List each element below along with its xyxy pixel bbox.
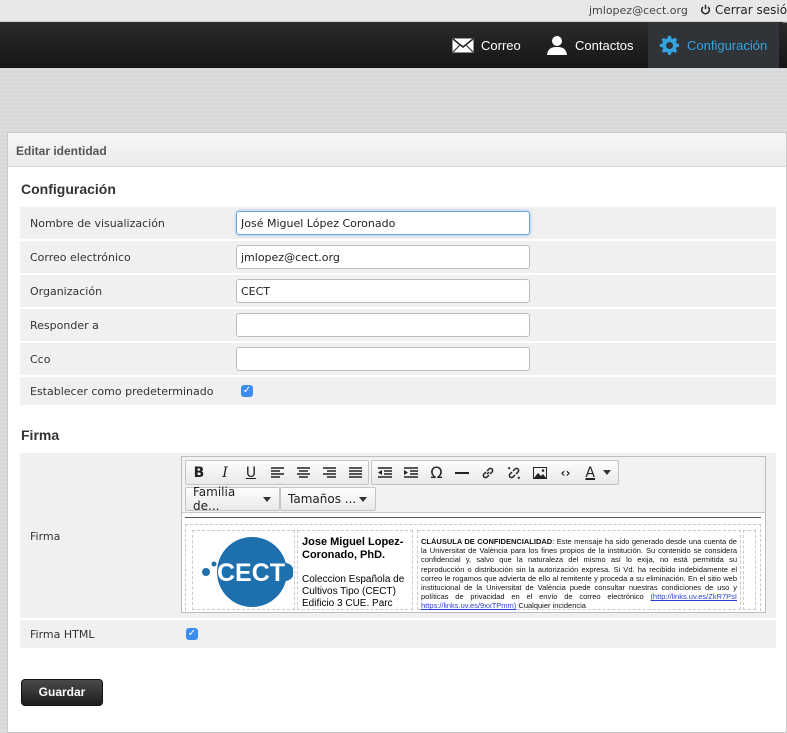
confidentiality-clause: CLÁUSULA DE CONFIDENCIALIDAD: Este mensa… [421,537,737,611]
font-family-select[interactable]: Familia de... [185,485,280,513]
email-row: Correo electrónico [20,241,776,273]
save-button[interactable]: Guardar [21,679,103,706]
logout-link[interactable]: Cerrar sesión [700,3,787,17]
chevron-down-icon [359,496,367,502]
align-right-icon [322,467,336,478]
nav-mail-label: Correo [481,37,521,53]
panel-title: Editar identidad [8,133,786,167]
clause-tail: Cualquier incidencia [518,601,586,611]
display-name-row: Nombre de visualización [20,207,776,239]
align-left-icon [270,467,284,478]
align-center-button[interactable] [290,461,316,484]
special-char-button[interactable]: Ω [424,461,450,484]
signature-org: Coleccion Española de Cultivos Tipo (CEC… [302,574,405,609]
clause-title: CLÁUSULA DE CONFIDENCIALIDAD [421,537,553,546]
horizontal-rule-icon [455,471,470,474]
gear-icon [659,35,679,55]
outdent-icon [377,467,392,478]
display-name-field[interactable] [236,211,530,235]
signature-editor[interactable]: B I U Ω ‹› A Familia de... Tamaños ... C… [181,456,766,613]
reply-to-label: Responder a [30,319,99,332]
organization-field[interactable] [236,279,530,303]
image-icon [532,466,547,479]
reply-to-row: Responder a [20,309,776,341]
nav-settings-label: Configuración [687,37,768,53]
config-section-title: Configuración [21,181,116,197]
top-bar: jmlopez@cect.org Cerrar sesión [0,0,787,22]
logo-cell: CECT [192,530,295,610]
signature-name: Jose Miguel Lopez-Coronado, PhD. [302,536,404,561]
link-icon [482,467,494,478]
justify-icon [348,467,362,478]
html-signature-row: Firma HTML ✓ [20,620,776,648]
organization-label: Organización [30,285,103,298]
font-family-label: Familia de... [193,485,236,513]
nav-settings[interactable]: Configuración [648,22,779,68]
signature-row: Firma B I U Ω ‹› A Familia de... Tamaños… [20,453,776,618]
font-size-select[interactable]: Tamaños ... [280,487,376,511]
power-icon [700,4,711,15]
signature-label: Firma [30,530,61,543]
cect-logo: CECT [202,537,294,607]
signature-section-title: Firma [21,427,60,443]
logo-text: CECT [217,559,285,587]
unlink-icon [507,466,521,479]
email-field[interactable] [236,245,530,269]
text-color-caret-icon [603,470,611,475]
nav-contacts-label: Contactos [575,37,634,53]
unlink-button[interactable] [501,461,527,484]
horizontal-rule-button[interactable] [449,461,475,484]
chevron-down-icon [263,496,271,502]
text-color-button[interactable]: A [578,461,618,484]
font-size-label: Tamaños ... [288,492,357,506]
default-checkbox[interactable]: ✓ [241,385,253,397]
logout-label: Cerrar sesión [715,3,787,17]
bold-button[interactable]: B [186,461,212,484]
bcc-field[interactable] [236,347,530,371]
organization-row: Organización [20,275,776,307]
main-navigation: Correo Contactos Configuración [0,22,787,68]
align-right-button[interactable] [316,461,342,484]
clause-link-2[interactable]: https://links.uv.es/9xxTPmm) [421,601,516,610]
image-button[interactable] [527,461,553,484]
html-signature-checkbox[interactable]: ✓ [186,628,198,640]
indent-button[interactable] [398,461,424,484]
empty-cell [743,530,756,610]
default-label: Establecer como predeterminado [30,385,214,398]
envelope-icon [452,37,474,52]
align-center-icon [296,467,310,478]
bcc-row: Cco [20,343,776,375]
clause-link-1[interactable]: (http://links.uv.es/ZkR7PsI [650,592,737,601]
bcc-label: Cco [30,353,51,366]
outdent-button[interactable] [372,461,398,484]
clause-cell: CLÁUSULA DE CONFIDENCIALIDAD: Este mensa… [417,530,741,610]
source-code-button[interactable]: ‹› [553,461,579,484]
name-cell: Jose Miguel Lopez-Coronado, PhD. Colecci… [297,530,413,610]
insert-group: Ω ‹› A [371,460,619,485]
signature-table: CECT Jose Miguel Lopez-Coronado, PhD. Co… [185,524,761,612]
format-group: B I U [185,460,369,485]
signature-divider [185,517,761,518]
reply-to-field[interactable] [236,313,530,337]
nav-overflow-edge [783,22,787,23]
italic-button[interactable]: I [212,461,238,484]
link-button[interactable] [475,461,501,484]
display-name-label: Nombre de visualización [30,217,165,230]
email-label: Correo electrónico [30,251,131,264]
indent-icon [403,467,418,478]
nav-contacts[interactable]: Contactos [546,22,634,68]
editor-toolbar: B I U Ω ‹› A Familia de... Tamaños ... [182,457,765,513]
default-row: Establecer como predeterminado ✓ [20,377,776,405]
underline-button[interactable]: U [238,461,264,484]
edit-identity-panel: Editar identidad Configuración Nombre de… [7,132,787,733]
justify-button[interactable] [342,461,368,484]
html-signature-label: Firma HTML [30,628,95,641]
align-left-button[interactable] [264,461,290,484]
signature-content[interactable]: CECT Jose Miguel Lopez-Coronado, PhD. Co… [182,514,765,612]
text-color-icon: A [585,464,595,481]
user-email: jmlopez@cect.org [589,4,688,17]
person-icon [547,36,567,55]
nav-mail[interactable]: Correo [452,22,521,68]
